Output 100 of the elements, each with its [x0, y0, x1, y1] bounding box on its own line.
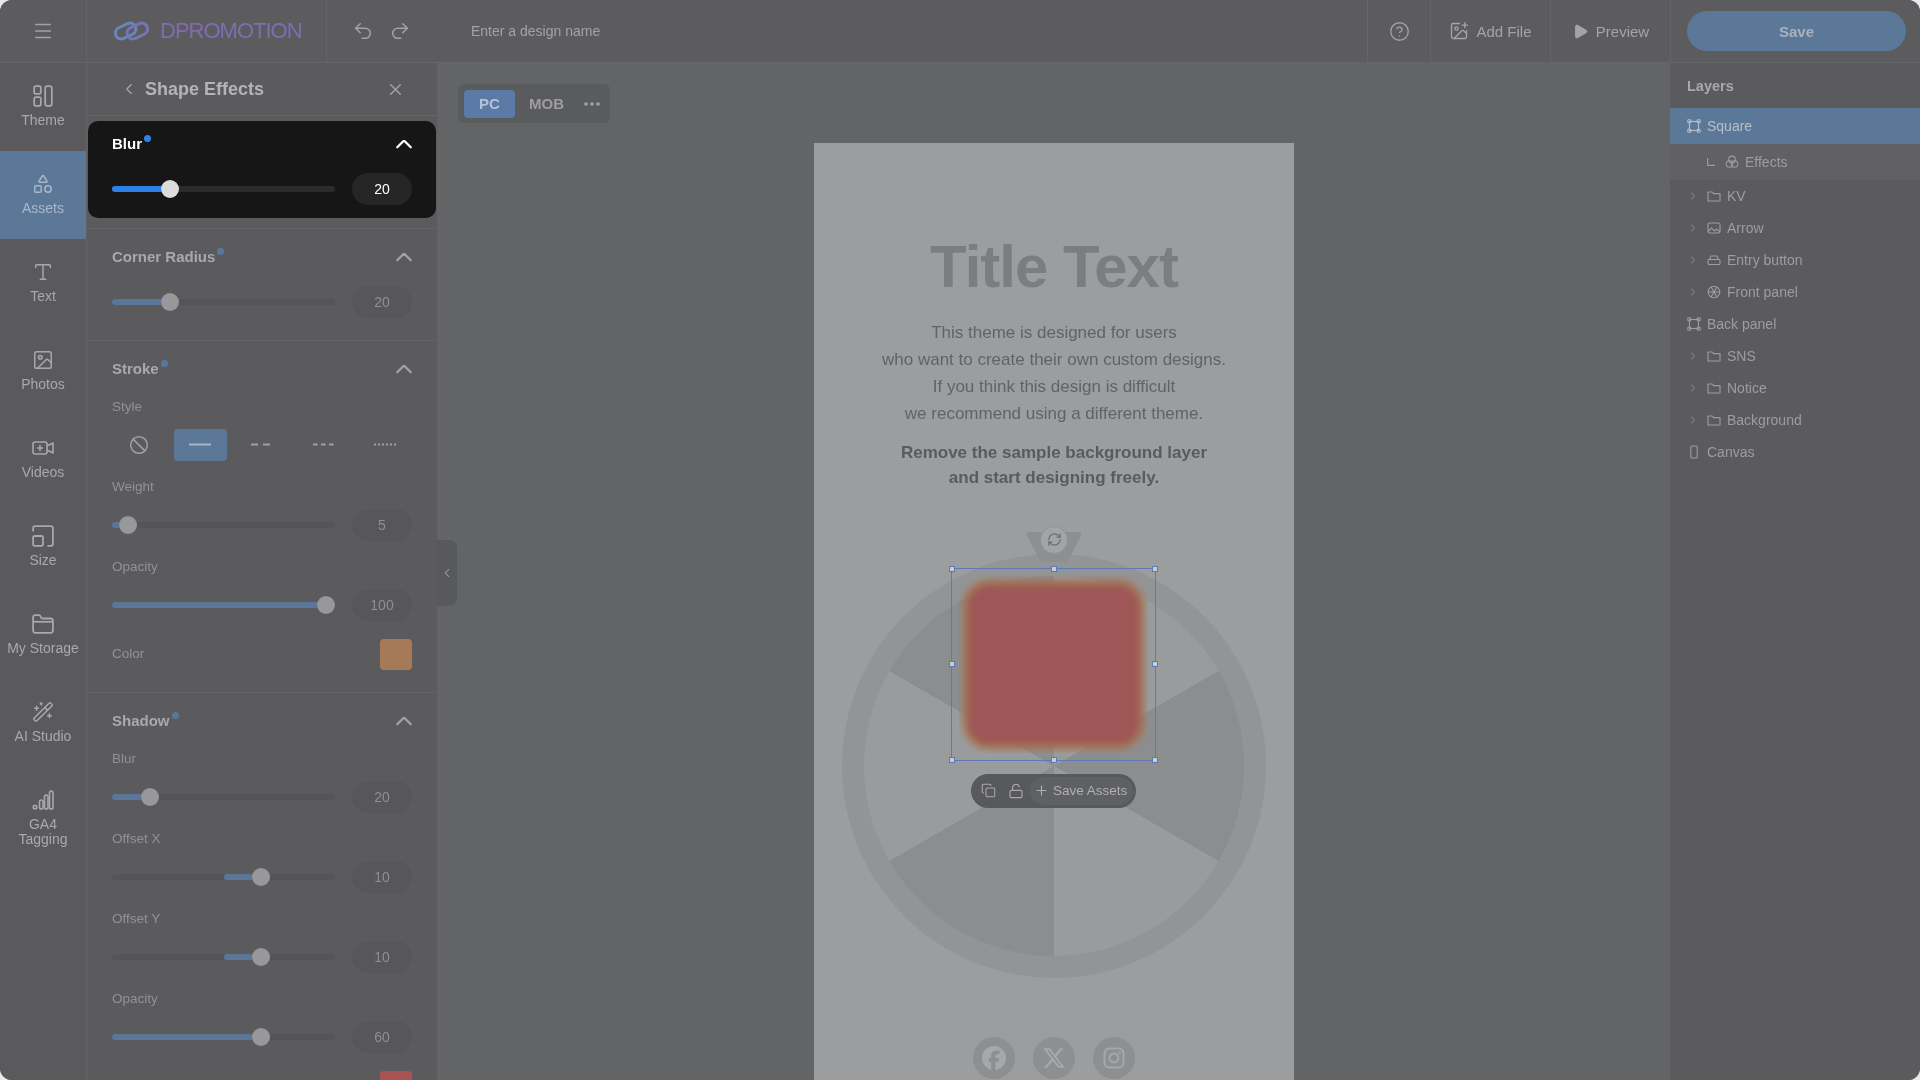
- panel-title: Shape Effects: [145, 78, 266, 100]
- value-field[interactable]: 60: [352, 1020, 412, 1053]
- slider-thumb[interactable]: [140, 787, 159, 806]
- slider[interactable]: [112, 293, 335, 311]
- layer-item[interactable]: Effects: [1670, 144, 1920, 180]
- tray-icon: [1707, 253, 1721, 267]
- save-assets-button[interactable]: Save Assets: [1030, 776, 1134, 805]
- slider-thumb[interactable]: [160, 293, 179, 311]
- resize-handle[interactable]: [949, 565, 955, 572]
- folder-icon: [1707, 189, 1721, 203]
- slider[interactable]: [112, 947, 335, 966]
- slider-thumb[interactable]: [317, 595, 336, 614]
- resize-icon: [32, 525, 54, 547]
- slider[interactable]: [112, 787, 335, 806]
- layer-item[interactable]: SNS: [1670, 340, 1920, 372]
- save-button[interactable]: Save: [1687, 11, 1906, 51]
- resize-handle[interactable]: [1050, 565, 1057, 572]
- shapes-icon: [32, 173, 54, 195]
- view-tab[interactable]: PC: [464, 89, 515, 118]
- sidebar-item[interactable]: Theme: [0, 63, 86, 151]
- resize-handle[interactable]: [1050, 756, 1057, 763]
- slider-fill: [112, 186, 161, 192]
- folder-icon: [32, 613, 54, 635]
- resize-handle[interactable]: [949, 661, 955, 668]
- sidebar-item[interactable]: Text: [0, 239, 86, 327]
- magic-wand-icon: [32, 701, 54, 723]
- more-icon: [584, 101, 600, 106]
- section-title: Shadow: [112, 711, 170, 731]
- layer-item[interactable]: Back panel: [1670, 308, 1920, 340]
- slider-thumb[interactable]: [252, 867, 271, 886]
- layer-item[interactable]: Background: [1670, 404, 1920, 436]
- layer-item[interactable]: Canvas: [1670, 436, 1920, 468]
- layer-item[interactable]: Arrow: [1670, 212, 1920, 244]
- dotted-line-icon: [374, 443, 397, 446]
- sidebar-item[interactable]: Assets: [0, 151, 86, 239]
- value-field[interactable]: 5: [352, 508, 412, 541]
- body-text: This theme is designed for users who want to create their own custom designs. If you think this design is difficult we recommend using a different theme.: [882, 321, 1226, 425]
- slider[interactable]: [112, 595, 335, 614]
- preview-button[interactable]: Preview: [1571, 22, 1650, 40]
- section-title: Corner Radius: [112, 247, 216, 267]
- short-dashed-line-icon: [312, 443, 335, 446]
- slider-fill: [223, 873, 253, 880]
- add-file-button[interactable]: Add File: [1449, 21, 1532, 41]
- value-field[interactable]: 20: [352, 286, 412, 318]
- phone-outline-icon: [1687, 445, 1701, 459]
- slider-thumb[interactable]: [118, 515, 137, 534]
- note-text: Remove the sample background layer and start designing freely.: [900, 442, 1208, 490]
- no-stroke-icon: [128, 434, 149, 455]
- slider-fill: [223, 953, 253, 960]
- resize-handle[interactable]: [1152, 756, 1158, 763]
- sidebar-item[interactable]: Photos: [0, 327, 86, 415]
- image-icon: [1707, 221, 1721, 235]
- image-plus-icon: [1449, 21, 1470, 41]
- folder-icon: [1707, 381, 1721, 395]
- facebook-icon[interactable]: [973, 1036, 1015, 1079]
- slider[interactable]: [112, 867, 335, 886]
- instagram-icon[interactable]: [1093, 1036, 1135, 1079]
- layer-item[interactable]: Notice: [1670, 372, 1920, 404]
- layer-item[interactable]: Square: [1670, 108, 1920, 144]
- resize-handle[interactable]: [949, 756, 955, 763]
- slider-thumb[interactable]: [160, 180, 179, 198]
- copy-icon: [980, 783, 996, 799]
- slider[interactable]: [112, 180, 335, 198]
- sidebar-item[interactable]: Size: [0, 503, 86, 591]
- resize-handle[interactable]: [1152, 661, 1158, 668]
- sidebar-item[interactable]: Videos: [0, 415, 86, 503]
- layer-item[interactable]: Entry button: [1670, 244, 1920, 276]
- logo-icon: [112, 19, 151, 43]
- value-field[interactable]: 20: [352, 780, 412, 813]
- layer-item[interactable]: KV: [1670, 180, 1920, 212]
- solid-line-icon: [189, 443, 212, 446]
- value-field[interactable]: 10: [352, 940, 412, 973]
- view-tab[interactable]: MOB: [521, 89, 572, 118]
- slider[interactable]: [112, 515, 335, 534]
- slider-fill: [112, 521, 119, 528]
- value-field[interactable]: 10: [352, 860, 412, 893]
- sidebar-item[interactable]: AI Studio: [0, 679, 86, 767]
- image-icon: [32, 349, 54, 371]
- bar-chart-icon: [32, 789, 54, 811]
- slider[interactable]: [112, 1027, 335, 1046]
- slider-thumb[interactable]: [252, 947, 271, 966]
- slider-fill: [112, 299, 161, 305]
- value-field[interactable]: 20: [352, 173, 412, 205]
- resize-handle[interactable]: [1152, 565, 1158, 572]
- wheel-icon: [1707, 285, 1721, 299]
- x-logo-icon[interactable]: [1033, 1036, 1075, 1079]
- stroke-style-option[interactable]: [173, 428, 228, 461]
- rotate-icon: [1046, 532, 1062, 548]
- tree-connector-icon: [1707, 158, 1715, 166]
- slider-thumb[interactable]: [252, 1027, 271, 1046]
- rotate-button[interactable]: [1040, 525, 1068, 554]
- sidebar-item[interactable]: My Storage: [0, 591, 86, 679]
- color-swatch[interactable]: [380, 638, 412, 670]
- dashed-line-icon: [251, 443, 273, 446]
- layer-item[interactable]: Front panel: [1670, 276, 1920, 308]
- design-name-field[interactable]: Enter a design name: [455, 0, 1367, 62]
- sidebar-item[interactable]: GA4 Tagging: [0, 767, 86, 855]
- slider-fill: [112, 793, 141, 800]
- section-title: Blur: [112, 134, 142, 154]
- value-field[interactable]: 100: [352, 588, 412, 621]
